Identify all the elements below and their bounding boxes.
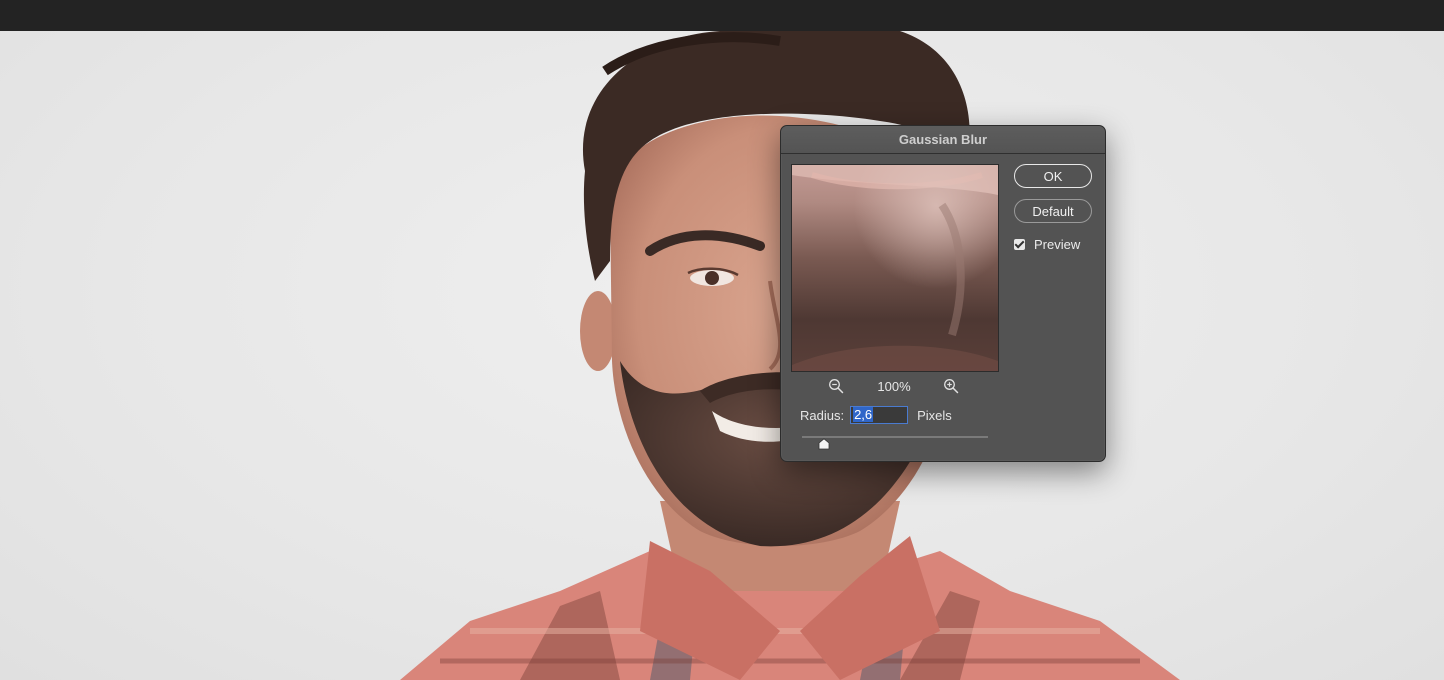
zoom-controls: 100%: [791, 378, 997, 396]
document-canvas[interactable]: [0, 31, 1444, 680]
zoom-in-icon[interactable]: [943, 378, 959, 394]
radius-value: 2,6: [853, 407, 874, 422]
top-bar: [0, 0, 1444, 31]
blur-preview[interactable]: [791, 164, 999, 372]
radius-input[interactable]: 2,6: [850, 406, 909, 424]
preview-checkbox[interactable]: [1014, 239, 1025, 250]
radius-unit: Pixels: [917, 407, 952, 423]
dialog-titlebar[interactable]: Gaussian Blur: [781, 126, 1105, 154]
preview-image: [792, 165, 998, 371]
preview-label: Preview: [1034, 237, 1081, 252]
radius-slider-thumb[interactable]: [818, 438, 830, 450]
gaussian-blur-dialog: Gaussian Blur OK Default Preview 100% Ra…: [780, 125, 1106, 462]
portrait-photo: [400, 31, 1180, 680]
zoom-level: 100%: [877, 379, 911, 394]
radius-label: Radius:: [800, 407, 845, 423]
default-button[interactable]: Default: [1014, 199, 1092, 223]
ok-button[interactable]: OK: [1014, 164, 1092, 188]
preview-checkbox-row[interactable]: Preview: [1014, 237, 1080, 252]
dialog-title: Gaussian Blur: [898, 132, 988, 147]
radius-row: Radius: 2,6 Pixels: [800, 405, 952, 425]
